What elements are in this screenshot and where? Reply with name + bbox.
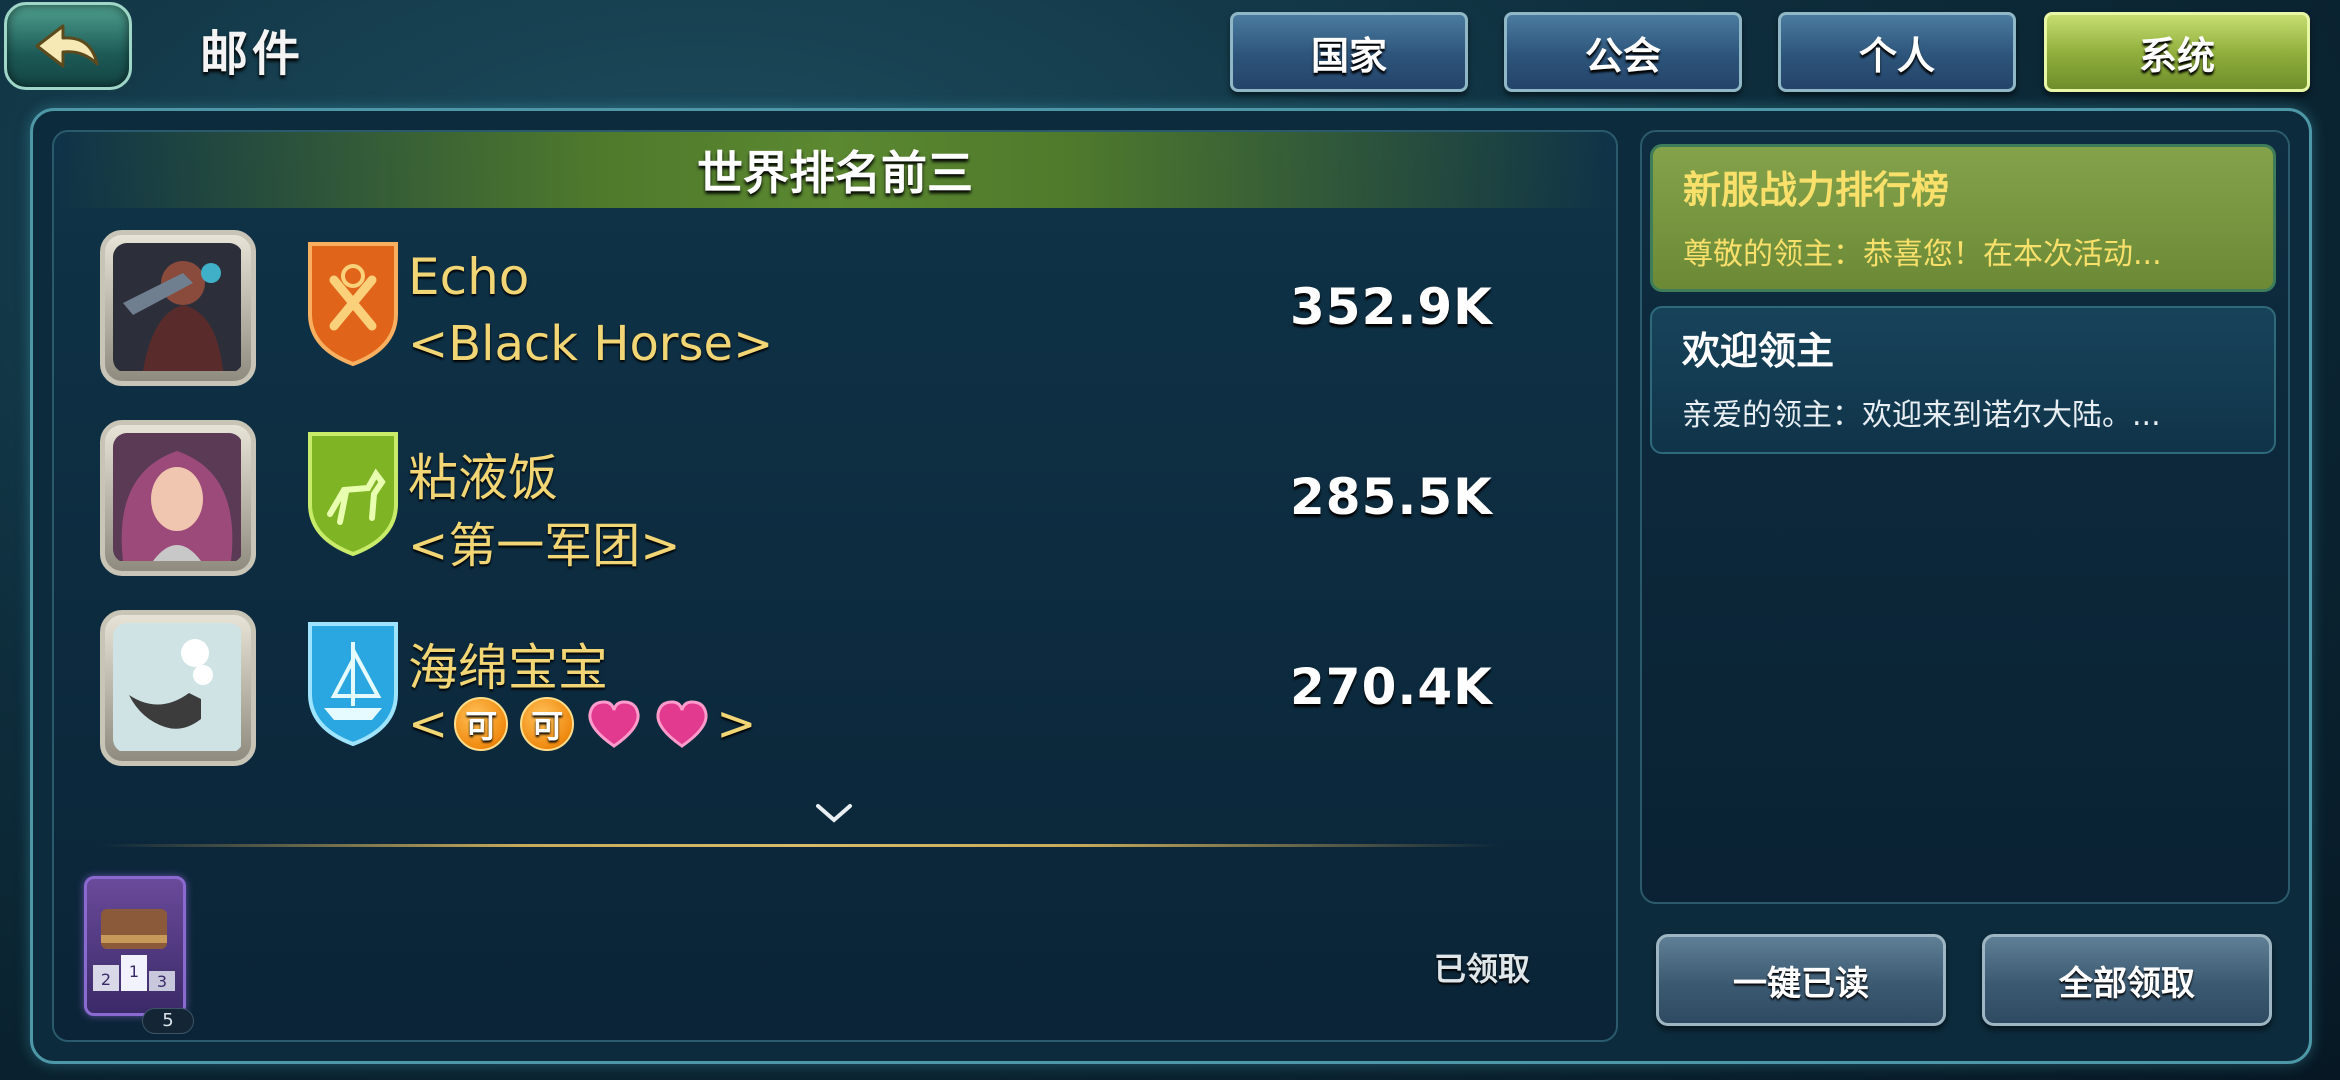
podium-second-digit: 2 [101,970,111,989]
power-value: 352.9K [1290,278,1493,336]
top-bar: 邮件 国家 公会 个人 系统 [0,0,2340,96]
player-avatar[interactable] [100,420,256,576]
podium-first-digit: 1 [129,962,139,981]
avatar-image [113,433,243,563]
mail-list-item[interactable]: 新服战力排行榜 尊敬的领主：恭喜您！在本次活动... [1650,144,2276,292]
avatar-image [113,243,243,373]
player-name: 粘液饭 [408,449,558,507]
guild-shield-icon [308,622,398,747]
power-value: 270.4K [1290,658,1493,716]
mail-subject: 新服战力排行榜 [1683,168,1950,212]
mail-preview: 尊敬的领主：恭喜您！在本次活动... [1683,237,2162,272]
attachment-count: 5 [142,1008,194,1034]
back-arrow-icon [35,24,99,68]
mail-heading: 世界排名前三 [54,132,1616,208]
tab-country[interactable]: 国家 [1230,12,1468,92]
guild-shield-icon [308,242,398,367]
guild-name: <第一军团> [408,518,681,574]
guild-name: <Black Horse> [408,316,774,372]
guild-bracket-open: < [408,696,449,752]
coin-emoji-icon: 可 [454,697,509,751]
tab-guild[interactable]: 公会 [1504,12,1742,92]
heart-emoji-icon [588,700,640,748]
power-value: 285.5K [1290,468,1493,526]
heart-emoji-icon [656,700,708,748]
mark-all-read-button[interactable]: 一键已读 [1656,934,1946,1026]
player-avatar[interactable] [100,230,256,386]
claimed-status: 已领取 [1434,950,1531,988]
ranking-row: 粘液饭 <第一军团> 285.5K [100,420,1520,580]
claim-all-button[interactable]: 全部领取 [1982,934,2272,1026]
guild-shield-icon [308,432,398,557]
player-name: 海绵宝宝 [408,639,608,697]
mail-list-item[interactable]: 欢迎领主 亲爱的领主：欢迎来到诺尔大陆。... [1650,306,2276,454]
ranking-row: 海绵宝宝 < 可 可 > 270.4K [100,610,1520,770]
player-avatar[interactable] [100,610,256,766]
podium-chest-icon: 2 1 3 [93,909,175,991]
mail-preview: 亲爱的领主：欢迎来到诺尔大陆。... [1682,398,2161,433]
coin-emoji-icon: 可 [520,697,575,751]
tab-system[interactable]: 系统 [2044,12,2310,92]
avatar-image [113,623,243,753]
podium-third-digit: 3 [157,972,167,991]
player-name: Echo [408,248,530,306]
guild-name: < 可 可 > [408,696,756,752]
page-title: 邮件 [200,26,305,82]
tab-personal[interactable]: 个人 [1778,12,2016,92]
ranking-row: Echo <Black Horse> 352.9K [100,230,1520,390]
mail-subject: 欢迎领主 [1682,329,1835,373]
guild-bracket-close: > [716,696,757,752]
divider [100,844,1500,847]
attachment-item[interactable]: 2 1 3 [84,876,186,1016]
chevron-down-icon[interactable] [814,800,854,826]
back-button[interactable] [4,2,132,90]
